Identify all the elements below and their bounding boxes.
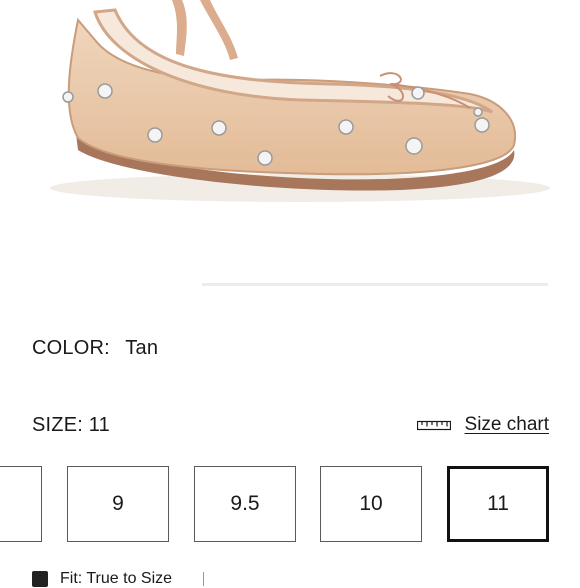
size-option-label: 9.5: [230, 492, 260, 515]
size-option-partial[interactable]: [0, 466, 42, 542]
color-value: Tan: [125, 337, 159, 359]
color-selection: COLOR: Tan: [32, 337, 158, 360]
size-label: SIZE:: [32, 414, 84, 436]
image-carousel-indicator: [202, 283, 548, 286]
product-image[interactable]: [0, 0, 580, 292]
fit-label: Fit: True to Size: [60, 570, 173, 587]
size-option-label: 11: [487, 492, 509, 515]
size-chart-link[interactable]: Size chart: [416, 414, 549, 436]
divider: [203, 572, 204, 586]
fit-icon: [32, 571, 48, 587]
fit-info: Fit: True to Size: [32, 570, 172, 588]
size-chart-label: Size chart: [464, 414, 549, 435]
ballet-flat-shoe-image: [50, 0, 550, 202]
size-option-9-5[interactable]: 9.5: [194, 466, 296, 542]
size-option-9[interactable]: 9: [67, 466, 169, 542]
color-label: COLOR:: [32, 337, 110, 359]
size-selection-heading: SIZE: 11: [32, 414, 110, 437]
size-option-10[interactable]: 10: [320, 466, 422, 542]
ruler-icon: [416, 420, 451, 431]
size-option-label: 9: [112, 492, 124, 515]
size-value: 11: [88, 414, 110, 436]
size-option-label: 10: [359, 492, 383, 515]
size-option-11[interactable]: 11: [447, 466, 549, 542]
